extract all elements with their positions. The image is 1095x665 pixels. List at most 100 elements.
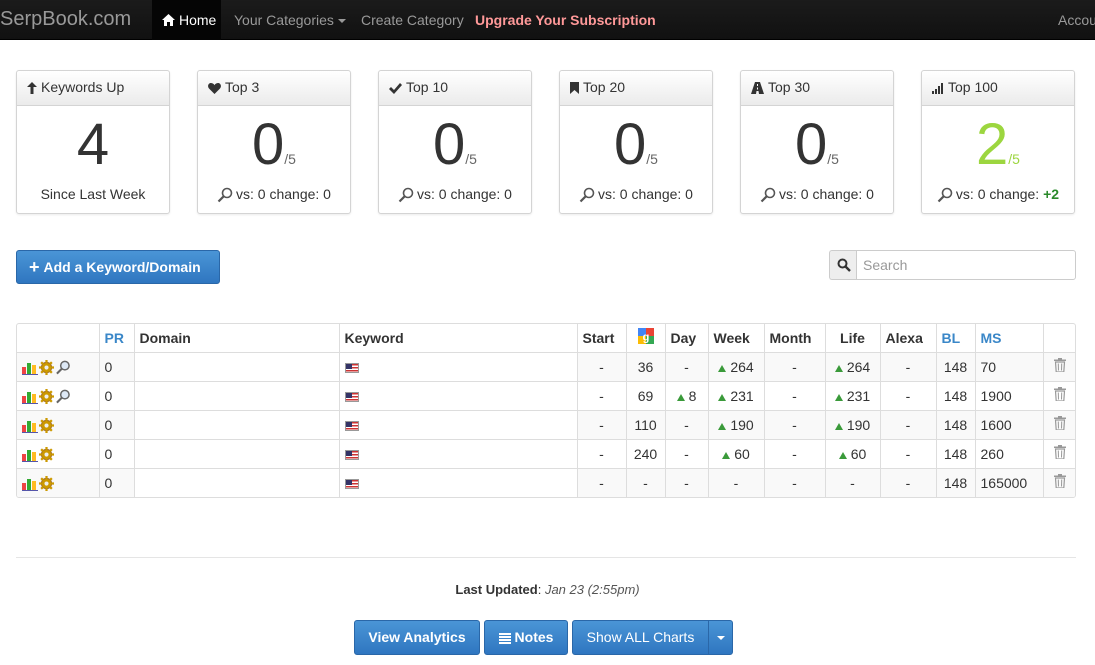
col-life[interactable]: Life — [824, 324, 880, 352]
cell-day-value: - — [684, 416, 689, 433]
cell-domain[interactable] — [133, 409, 339, 439]
zoom-icon — [217, 187, 233, 203]
arrow-up-icon — [27, 82, 37, 94]
nav-your-categories[interactable]: Your Categories — [234, 0, 346, 40]
view-analytics-button[interactable]: View Analytics — [354, 620, 480, 655]
stat-top-10: Top 10 0/5 vs: 0 change: 0 — [378, 70, 532, 214]
cell-alexa: - — [879, 380, 936, 410]
col-pr[interactable]: PR — [98, 324, 134, 352]
col-domain[interactable]: Domain — [133, 324, 339, 352]
trash-icon[interactable] — [1054, 416, 1067, 431]
cell-week: 190 — [707, 409, 764, 439]
stat-footer: Since Last Week — [40, 186, 146, 202]
col-keyword[interactable]: Keyword — [338, 324, 577, 352]
arrow-up-icon — [834, 422, 843, 430]
cell-keyword[interactable] — [338, 351, 577, 381]
cell-week-value: 231 — [730, 387, 754, 404]
cell-life: - — [824, 467, 880, 497]
stat-value: 4 — [76, 112, 110, 177]
stat-value: 2 — [976, 112, 1009, 177]
col-bl[interactable]: BL — [935, 324, 975, 352]
search-addon[interactable] — [829, 250, 857, 280]
stat-footer-text: vs: 0 change: 0 — [417, 186, 512, 202]
check-icon — [389, 83, 402, 94]
cell-delete[interactable] — [1042, 467, 1075, 497]
col-week[interactable]: Week — [707, 324, 764, 352]
chart-icon[interactable] — [22, 448, 38, 462]
gear-icon[interactable] — [39, 359, 54, 375]
keywords-table: PR Domain Keyword Start g Day Week Month… — [16, 323, 1076, 498]
cell-start: - — [576, 438, 626, 468]
chart-icon[interactable] — [22, 419, 38, 433]
zoom-icon[interactable] — [55, 360, 71, 375]
trash-icon[interactable] — [1054, 474, 1067, 489]
cell-keyword[interactable] — [338, 409, 577, 439]
show-all-charts-dropdown[interactable] — [708, 620, 733, 655]
gear-icon[interactable] — [39, 417, 54, 433]
cell-delete[interactable] — [1042, 351, 1075, 381]
trash-icon[interactable] — [1054, 387, 1067, 402]
stat-value: 0 — [614, 112, 647, 177]
cell-week-value: 190 — [730, 416, 754, 433]
cell-google: 69 — [625, 380, 665, 410]
brand-logo[interactable]: SerpBook.com — [0, 8, 131, 31]
zoom-icon[interactable] — [55, 389, 71, 404]
notes-button[interactable]: Notes — [484, 620, 568, 655]
nav-create-category[interactable]: Create Category — [361, 0, 464, 40]
gear-icon[interactable] — [39, 446, 54, 462]
cell-day-value: - — [684, 474, 689, 491]
add-keyword-domain-button[interactable]: + Add a Keyword/Domain — [16, 250, 220, 284]
cell-delete[interactable] — [1042, 380, 1075, 410]
col-day[interactable]: Day — [664, 324, 708, 352]
search-input[interactable] — [856, 250, 1076, 280]
stat-footer[interactable]: vs: 0 change: 0 — [560, 186, 712, 203]
nav-home[interactable]: Home — [152, 0, 221, 40]
arrow-up-icon — [718, 364, 727, 372]
stat-footer[interactable]: vs: 0 change: 0 — [741, 186, 893, 203]
cell-delete[interactable] — [1042, 409, 1075, 439]
stat-title: Top 20 — [583, 79, 626, 95]
stat-header: Top 3 — [198, 71, 350, 106]
cell-delete[interactable] — [1042, 438, 1075, 468]
gear-icon[interactable] — [39, 475, 54, 491]
table-row: 0- - - - - - -148 165000 — [17, 467, 1075, 497]
cell-domain[interactable] — [133, 380, 339, 410]
nav-upgrade-subscription[interactable]: Upgrade Your Subscription — [475, 0, 656, 40]
arrow-up-icon — [718, 393, 727, 401]
cell-keyword[interactable] — [338, 380, 577, 410]
cell-domain[interactable] — [133, 438, 339, 468]
cell-domain[interactable] — [133, 351, 339, 381]
cell-keyword[interactable] — [338, 438, 577, 468]
cell-week-value: - — [733, 474, 739, 491]
stat-header: Top 30 — [741, 71, 893, 106]
trash-icon[interactable] — [1054, 358, 1067, 373]
nav-account[interactable]: Accou — [1058, 0, 1095, 40]
zoom-icon — [579, 187, 595, 203]
col-start[interactable]: Start — [576, 324, 626, 352]
stat-footer[interactable]: vs: 0 change: +2 — [922, 186, 1074, 203]
search-icon — [837, 258, 851, 272]
col-ms[interactable]: MS — [974, 324, 1043, 352]
col-month[interactable]: Month — [763, 324, 825, 352]
stat-footer[interactable]: vs: 0 change: 0 — [379, 186, 531, 203]
stat-footer[interactable]: vs: 0 change: 0 — [198, 186, 350, 203]
show-all-charts-button[interactable]: Show ALL Charts — [572, 620, 709, 655]
chart-icon[interactable] — [22, 390, 38, 404]
cell-start: - — [576, 351, 626, 381]
col-delete — [1042, 324, 1075, 352]
stat-denominator: /5 — [827, 151, 839, 167]
chart-icon[interactable] — [22, 477, 38, 491]
chart-icon[interactable] — [22, 361, 38, 375]
stat-title: Top 10 — [406, 79, 449, 95]
gear-icon[interactable] — [39, 388, 54, 404]
col-alexa[interactable]: Alexa — [879, 324, 936, 352]
stat-title: Keywords Up — [41, 79, 125, 95]
cell-keyword[interactable] — [338, 467, 577, 497]
cell-domain[interactable] — [133, 467, 339, 497]
cell-start: - — [576, 409, 626, 439]
row-actions — [17, 351, 99, 381]
cell-week-value: 60 — [734, 445, 750, 462]
col-google[interactable]: g — [625, 324, 665, 352]
last-updated: Last Updated: Jan 23 (2:55pm) — [455, 582, 640, 597]
trash-icon[interactable] — [1054, 445, 1067, 460]
